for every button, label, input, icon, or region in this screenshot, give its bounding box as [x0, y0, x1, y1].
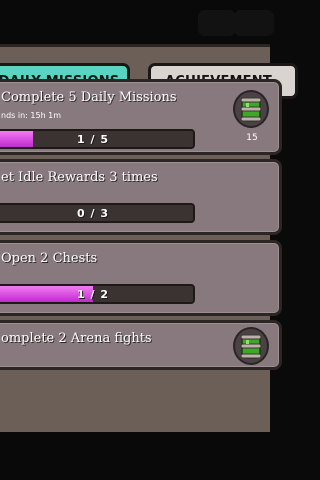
top-bar — [0, 0, 274, 48]
green-barrel-icon — [240, 334, 262, 359]
progress-text: 0 / 3 — [77, 206, 109, 220]
mission-title: omplete 2 Arena fights — [1, 331, 152, 346]
top-button[interactable] — [234, 10, 274, 36]
reward-slot[interactable] — [233, 90, 269, 128]
mission-card[interactable]: et Idle Rewards 3 times 0 / 3 — [0, 159, 282, 235]
green-barrel-icon — [240, 97, 262, 122]
mission-title: Open 2 Chests — [1, 251, 98, 266]
progress-bar: 0 / 3 — [0, 203, 195, 223]
mission-title: Complete 5 Daily Missions — [1, 90, 177, 105]
bottom-bar — [0, 432, 270, 480]
mission-card[interactable]: Open 2 Chests 1 / 2 — [0, 240, 282, 316]
reward-count: 15 — [246, 133, 258, 143]
reward-slot[interactable] — [233, 327, 269, 365]
mission-card[interactable]: omplete 2 Arena fights — [0, 320, 282, 370]
top-button[interactable] — [198, 10, 236, 36]
mission-card[interactable]: Complete 5 Daily Missions nds in: 15h 1m… — [0, 79, 282, 155]
mission-title: et Idle Rewards 3 times — [1, 170, 158, 185]
progress-text: 1 / 5 — [77, 132, 109, 146]
progress-bar: 1 / 2 — [0, 284, 195, 304]
progress-text: 1 / 2 — [77, 287, 109, 301]
progress-bar: 1 / 5 — [0, 129, 195, 149]
mission-timer: nds in: 15h 1m — [1, 111, 62, 120]
